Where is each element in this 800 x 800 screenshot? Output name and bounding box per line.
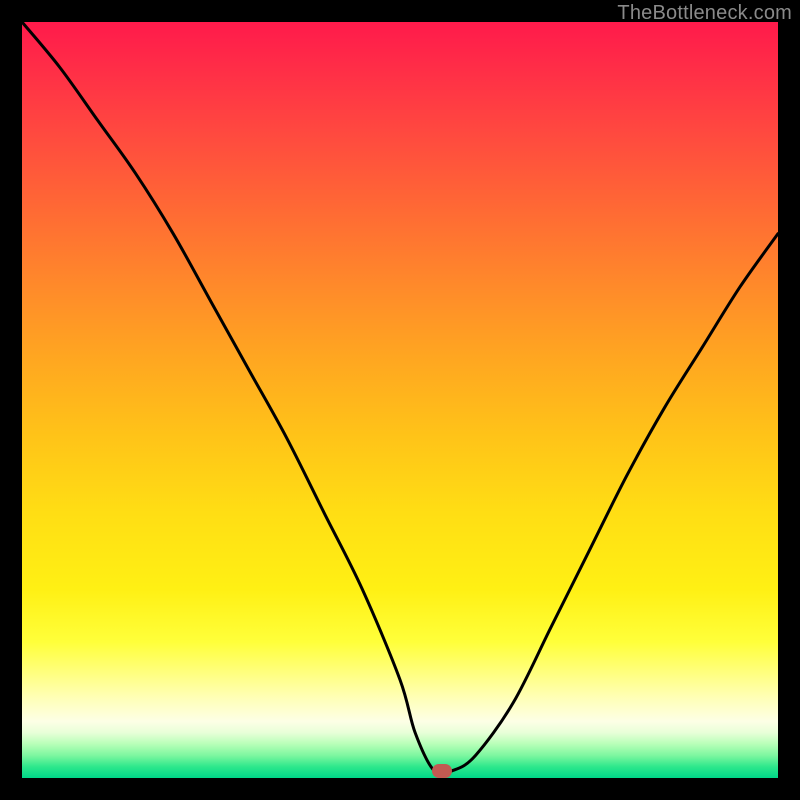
bottleneck-curve — [22, 22, 778, 778]
chart-stage: TheBottleneck.com — [0, 0, 800, 800]
plot-area — [22, 22, 778, 778]
attribution-text: TheBottleneck.com — [617, 2, 792, 25]
optimal-point-marker — [432, 764, 452, 778]
